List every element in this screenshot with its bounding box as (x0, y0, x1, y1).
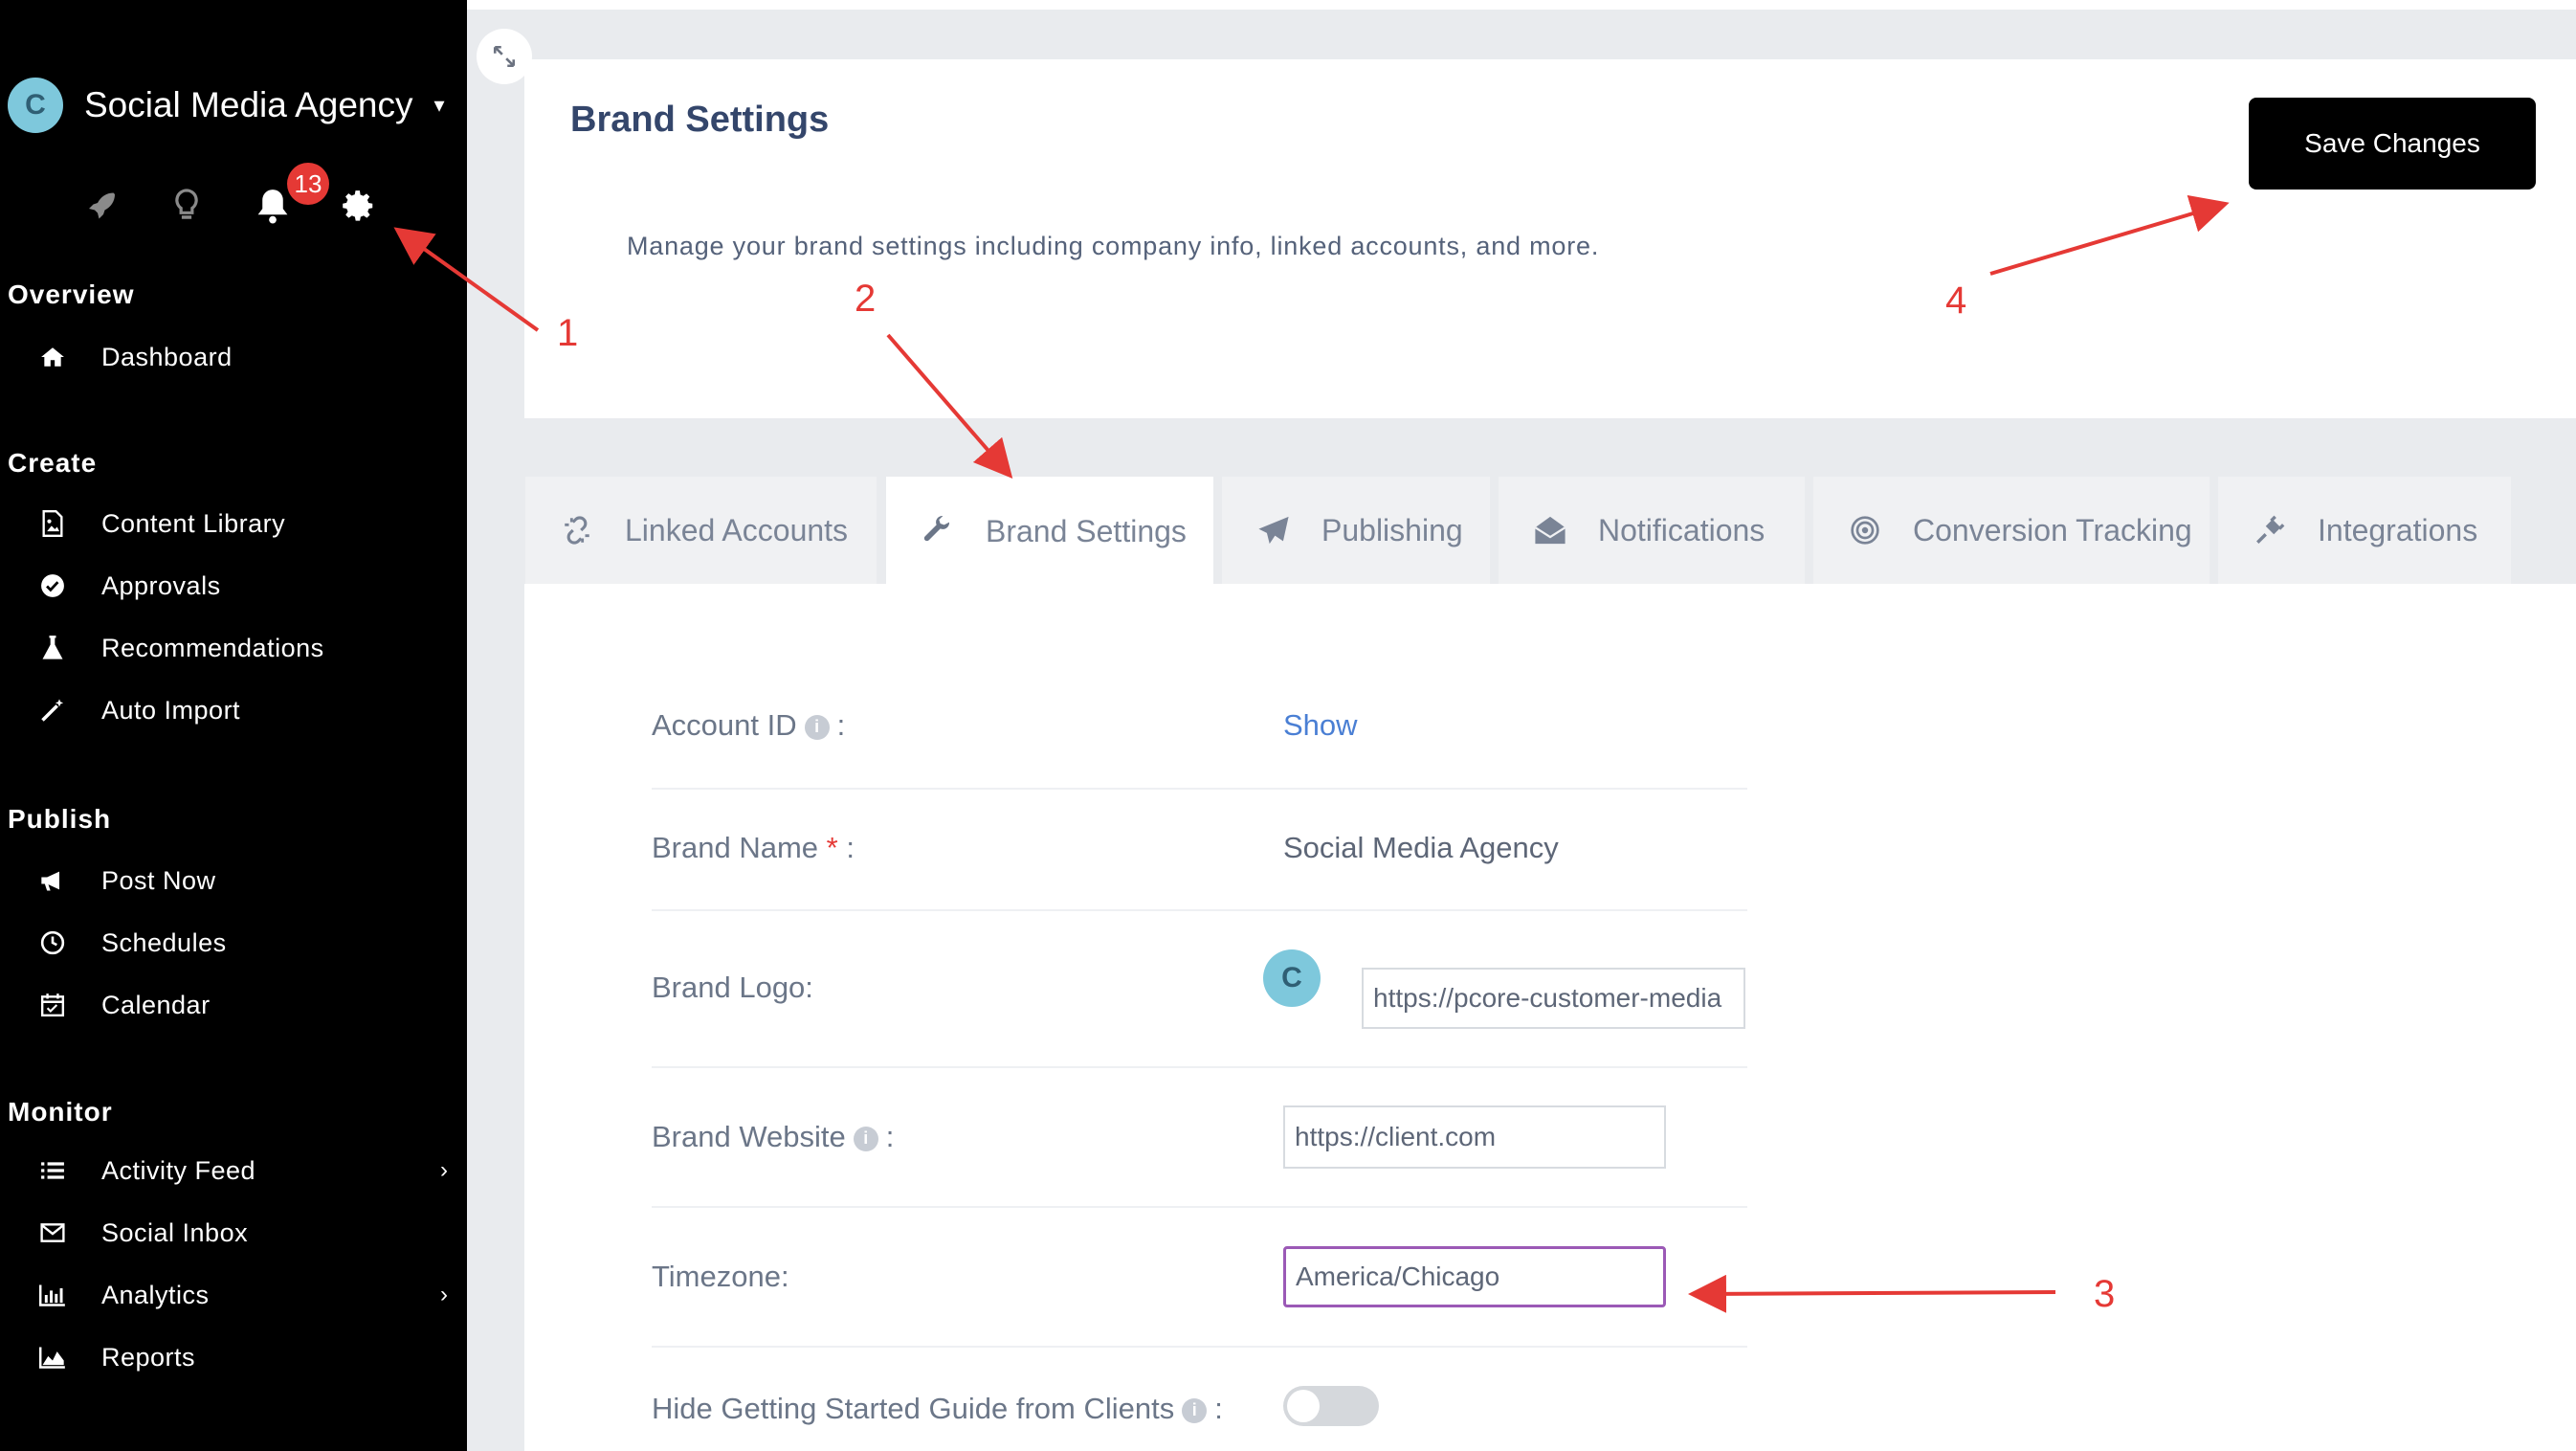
annotation-arrows (393, 194, 2230, 1313)
annotation-number-4: 4 (1945, 279, 1967, 322)
annotation-arrow-4 (1989, 194, 2230, 276)
annotation-arrow-3 (1688, 1274, 2056, 1313)
annotation-number-2: 2 (855, 278, 877, 320)
annotation-number-1: 1 (557, 312, 579, 354)
annotation-arrow-2 (886, 333, 1013, 480)
annotation-arrow-1 (393, 227, 540, 332)
annotation-number-3: 3 (2094, 1273, 2116, 1315)
